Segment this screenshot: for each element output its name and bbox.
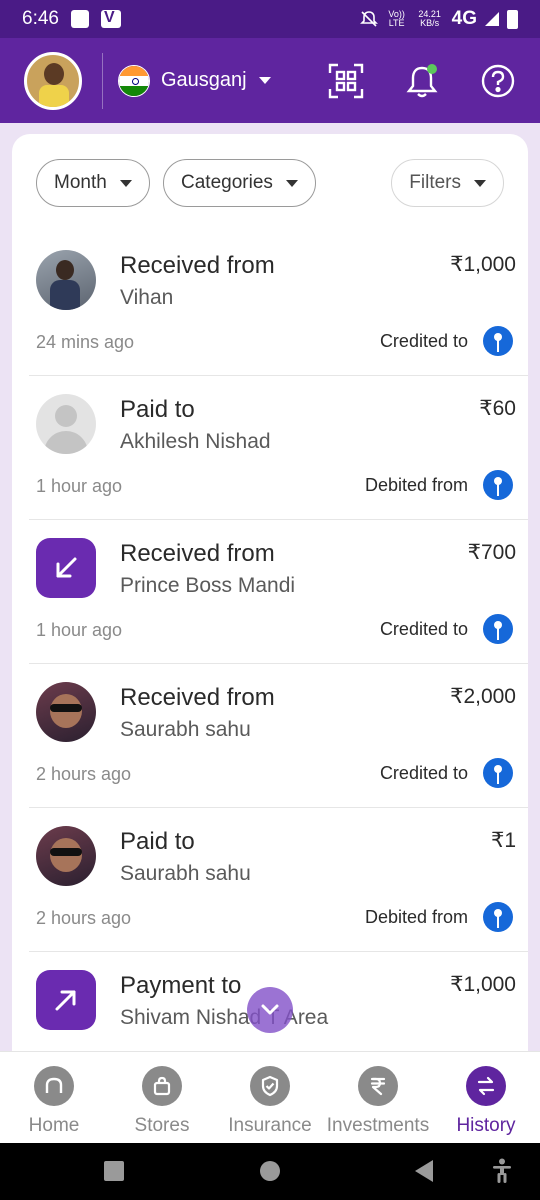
- rupee-icon: [358, 1066, 398, 1106]
- transaction-time: 1 hour ago: [36, 476, 123, 496]
- account-direction: Credited to: [379, 763, 468, 783]
- chevron-down-icon: [119, 179, 132, 187]
- bank-logo-icon: [483, 614, 513, 644]
- transaction-type: Received from: [120, 252, 275, 279]
- signal-icon: [485, 12, 499, 26]
- transaction-row[interactable]: Paid to Akhilesh Nishad ₹60 1 hour ago D…: [29, 376, 528, 520]
- scroll-down-button[interactable]: [247, 987, 293, 1033]
- nav-history-label: History: [456, 1115, 516, 1136]
- filter-row: Month Categories Filters: [12, 159, 528, 207]
- nav-home[interactable]: Home: [0, 1052, 108, 1143]
- accessibility-icon[interactable]: [490, 1158, 514, 1184]
- location-label: Gausganj: [161, 69, 247, 91]
- arrow-out-icon: [36, 970, 96, 1030]
- transaction-party: Akhilesh Nishad: [120, 430, 271, 453]
- transaction-party: Saurabh sahu: [120, 718, 251, 741]
- nav-investments-label: Investments: [326, 1115, 430, 1136]
- categories-filter[interactable]: Categories: [163, 159, 316, 207]
- transaction-type: Payment to: [120, 972, 242, 999]
- recents-icon[interactable]: [104, 1161, 124, 1181]
- location-selector[interactable]: Gausganj: [161, 69, 271, 92]
- volte-indicator: Vo)) LTE: [388, 9, 405, 28]
- chevron-down-icon: [261, 1004, 279, 1015]
- bell-icon[interactable]: [404, 63, 440, 99]
- profile-avatar[interactable]: [24, 51, 82, 110]
- nav-home-label: Home: [28, 1115, 80, 1136]
- account-direction: Credited to: [379, 619, 468, 639]
- nav-insurance[interactable]: Insurance: [216, 1052, 324, 1143]
- home-button-icon[interactable]: [260, 1161, 280, 1181]
- transaction-amount: ₹60: [479, 397, 516, 420]
- transaction-party: Shivam Nishad T Area: [120, 1006, 329, 1029]
- transaction-type: Received from: [120, 684, 275, 711]
- vodafone-icon: [100, 9, 121, 28]
- contact-avatar: [36, 250, 96, 310]
- nav-investments[interactable]: Investments: [324, 1052, 432, 1143]
- transaction-time: 2 hours ago: [36, 764, 132, 784]
- transaction-type: Received from: [120, 540, 275, 567]
- contact-avatar: [36, 682, 96, 742]
- month-filter-label: Month: [54, 172, 107, 193]
- history-card: Month Categories Filters Received from V…: [12, 134, 528, 1200]
- account-direction: Credited to: [379, 331, 468, 351]
- header-divider: [102, 52, 103, 109]
- filters-button[interactable]: Filters: [391, 159, 504, 207]
- transaction-party: Saurabh sahu: [120, 862, 251, 885]
- transaction-amount: ₹1: [490, 829, 516, 852]
- transaction-time: 2 hours ago: [36, 908, 132, 928]
- bank-logo-icon: [483, 758, 513, 788]
- home-icon: [34, 1066, 74, 1106]
- transaction-time: 24 mins ago: [36, 332, 135, 352]
- transaction-row[interactable]: Received from Prince Boss Mandi ₹700 1 h…: [29, 520, 528, 664]
- transaction-amount: ₹1,000: [450, 973, 516, 996]
- back-icon[interactable]: [415, 1160, 433, 1182]
- shield-check-icon: [250, 1066, 290, 1106]
- account-direction: Debited from: [364, 475, 468, 495]
- status-time: 6:46: [22, 8, 59, 29]
- transaction-party: Prince Boss Mandi: [120, 574, 296, 597]
- chevron-down-icon: [258, 77, 271, 85]
- default-avatar-icon: [36, 394, 96, 454]
- store-bag-icon: [142, 1066, 182, 1106]
- bank-logo-icon: [483, 470, 513, 500]
- app-header: Gausganj: [0, 38, 540, 123]
- transaction-amount: ₹2,000: [450, 685, 516, 708]
- transaction-type: Paid to: [120, 396, 195, 423]
- battery-icon: [507, 9, 518, 29]
- network-type: 4G: [451, 8, 477, 29]
- transaction-row[interactable]: Received from Vihan ₹1,000 24 mins ago C…: [29, 232, 528, 376]
- qr-code-icon[interactable]: [328, 63, 364, 99]
- bank-logo-icon: [483, 902, 513, 932]
- bottom-navigation: Home Stores Insurance Investments Histor…: [0, 1051, 540, 1143]
- transaction-amount: ₹700: [467, 541, 516, 564]
- india-flag-icon[interactable]: [118, 64, 150, 97]
- transaction-party: Vihan: [120, 286, 174, 309]
- nav-history[interactable]: History: [432, 1052, 540, 1143]
- chevron-down-icon: [474, 179, 486, 187]
- nav-insurance-label: Insurance: [228, 1115, 312, 1136]
- month-filter[interactable]: Month: [36, 159, 150, 207]
- contact-avatar: [36, 826, 96, 886]
- transaction-row[interactable]: Paid to Saurabh sahu ₹1 2 hours ago Debi…: [29, 808, 528, 952]
- status-bar: 6:46 Vo)) LTE 24.21 KB/s 4G: [0, 0, 540, 38]
- account-direction: Debited from: [364, 907, 468, 927]
- categories-filter-label: Categories: [181, 172, 273, 193]
- transaction-type: Paid to: [120, 828, 195, 855]
- mute-notifications-icon: [359, 11, 378, 27]
- transaction-row[interactable]: Received from Saurabh sahu ₹2,000 2 hour…: [29, 664, 528, 808]
- transaction-amount: ₹1,000: [450, 253, 516, 276]
- transaction-time: 1 hour ago: [36, 620, 123, 640]
- network-speed: 24.21 KB/s: [418, 9, 441, 28]
- bank-logo-icon: [483, 326, 513, 356]
- notification-icon: [70, 10, 89, 28]
- system-navigation-bar: [0, 1143, 540, 1200]
- nav-stores-label: Stores: [134, 1115, 190, 1136]
- chevron-down-icon: [285, 179, 298, 187]
- swap-arrows-icon: [466, 1066, 506, 1106]
- help-icon[interactable]: [480, 63, 516, 99]
- filters-label: Filters: [409, 172, 461, 193]
- arrow-in-icon: [36, 538, 96, 598]
- nav-stores[interactable]: Stores: [108, 1052, 216, 1143]
